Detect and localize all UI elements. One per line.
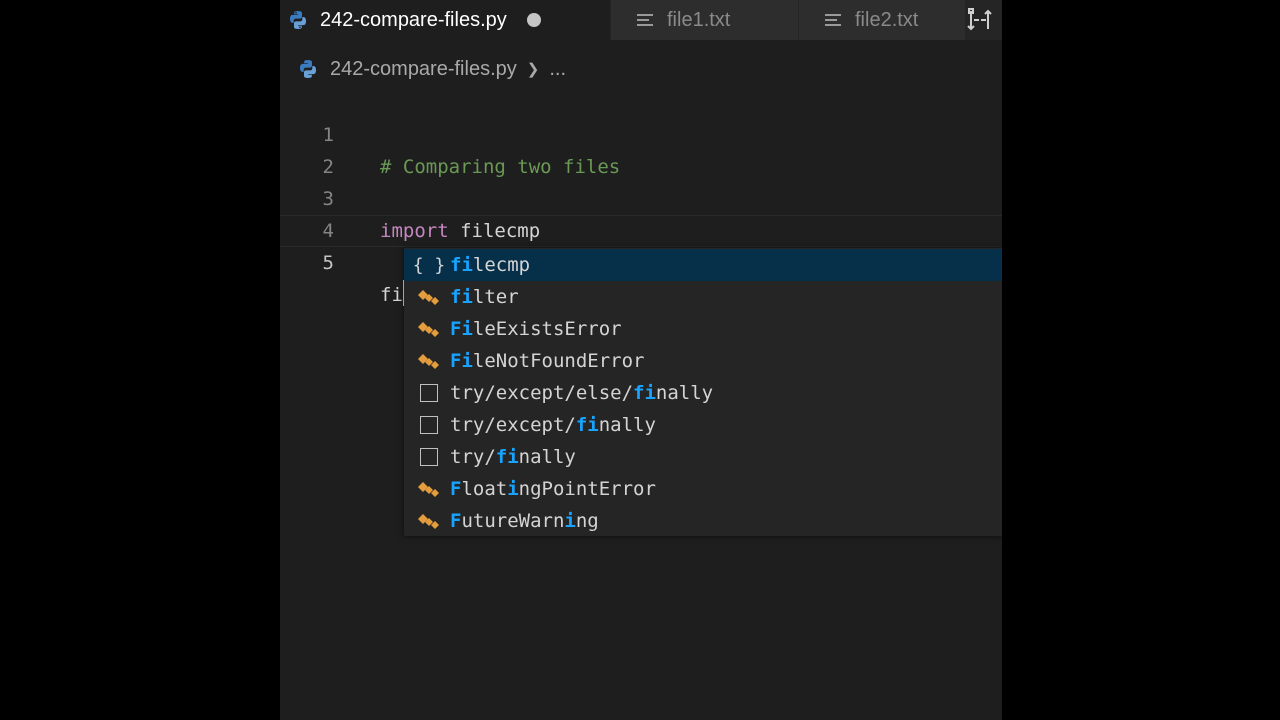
tab-label: file1.txt (667, 8, 731, 31)
editor-window: 242-compare-files.py file1.txt file2.txt (280, 0, 1002, 720)
compare-changes-icon[interactable] (966, 7, 994, 33)
suggestion-filecmp[interactable]: { } filecmp (404, 249, 1002, 281)
tab-label: file2.txt (855, 8, 919, 31)
suggestion-filenotfounderror[interactable]: FileNotFoundError (404, 345, 1002, 377)
breadcrumb-file[interactable]: 242-compare-files.py (330, 58, 517, 81)
class-icon (418, 290, 439, 305)
suggestion-label: FileNotFoundError (450, 350, 645, 372)
suggestion-label: FutureWarning (450, 510, 599, 532)
suggestion-label: FloatingPointError (450, 478, 656, 500)
suggestion-label: try/except/finally (450, 414, 656, 436)
tab-bar: 242-compare-files.py file1.txt file2.txt (280, 0, 1002, 40)
suggestion-label: try/finally (450, 446, 576, 468)
tab-242-compare-files[interactable]: 242-compare-files.py (280, 0, 610, 40)
suggestion-futurewarning[interactable]: FutureWarning (404, 505, 1002, 537)
suggestion-filter[interactable]: filter (404, 281, 1002, 313)
class-icon (418, 322, 439, 337)
snippet-icon (420, 384, 438, 402)
python-icon (290, 11, 306, 29)
tab-file2[interactable]: file2.txt (798, 0, 965, 40)
class-icon (418, 354, 439, 369)
breadcrumb-symbols[interactable]: ... (549, 58, 566, 81)
code-line-5[interactable]: 5 fi (280, 215, 1002, 306)
class-icon (418, 514, 439, 529)
suggestion-try-except-finally[interactable]: try/except/finally (404, 409, 1002, 441)
code-line-4[interactable]: 4 (280, 183, 1002, 242)
python-icon (300, 60, 316, 78)
suggestion-floatingpointerror[interactable]: FloatingPointError (404, 473, 1002, 505)
code-typing: fi (380, 279, 405, 311)
suggestion-label: FileExistsError (450, 318, 622, 340)
suggestion-fileexistserror[interactable]: FileExistsError (404, 313, 1002, 345)
unsaved-dot-icon[interactable] (526, 13, 541, 27)
snippet-icon (420, 416, 438, 434)
code-line-3[interactable]: 3 import filecmp (280, 151, 1002, 242)
text-file-icon (637, 14, 653, 26)
suggestion-label: try/except/else/finally (450, 382, 714, 404)
chevron-right-icon: ❯ (526, 61, 540, 78)
snippet-icon (420, 448, 438, 466)
line-number: 5 (322, 252, 334, 274)
class-icon (418, 482, 439, 497)
breadcrumb: 242-compare-files.py ❯ ... (298, 54, 566, 84)
text-file-icon (825, 14, 841, 26)
tab-file1[interactable]: file1.txt (610, 0, 799, 40)
tab-label: 242-compare-files.py (320, 8, 507, 31)
module-icon: { } (412, 254, 446, 276)
code-line-2[interactable]: 2 (280, 119, 1002, 178)
code-line-1[interactable]: 1 # Comparing two files (280, 87, 1002, 178)
suggestion-try-finally[interactable]: try/finally (404, 441, 1002, 473)
suggestion-label: filecmp (450, 254, 531, 276)
suggestion-label: filter (450, 286, 519, 308)
typed-text: fi (380, 284, 403, 306)
suggestion-try-except-else-finally[interactable]: try/except/else/finally (404, 377, 1002, 409)
autocomplete-suggestions: { } filecmp filter FileExistsError FileN… (404, 248, 1002, 536)
